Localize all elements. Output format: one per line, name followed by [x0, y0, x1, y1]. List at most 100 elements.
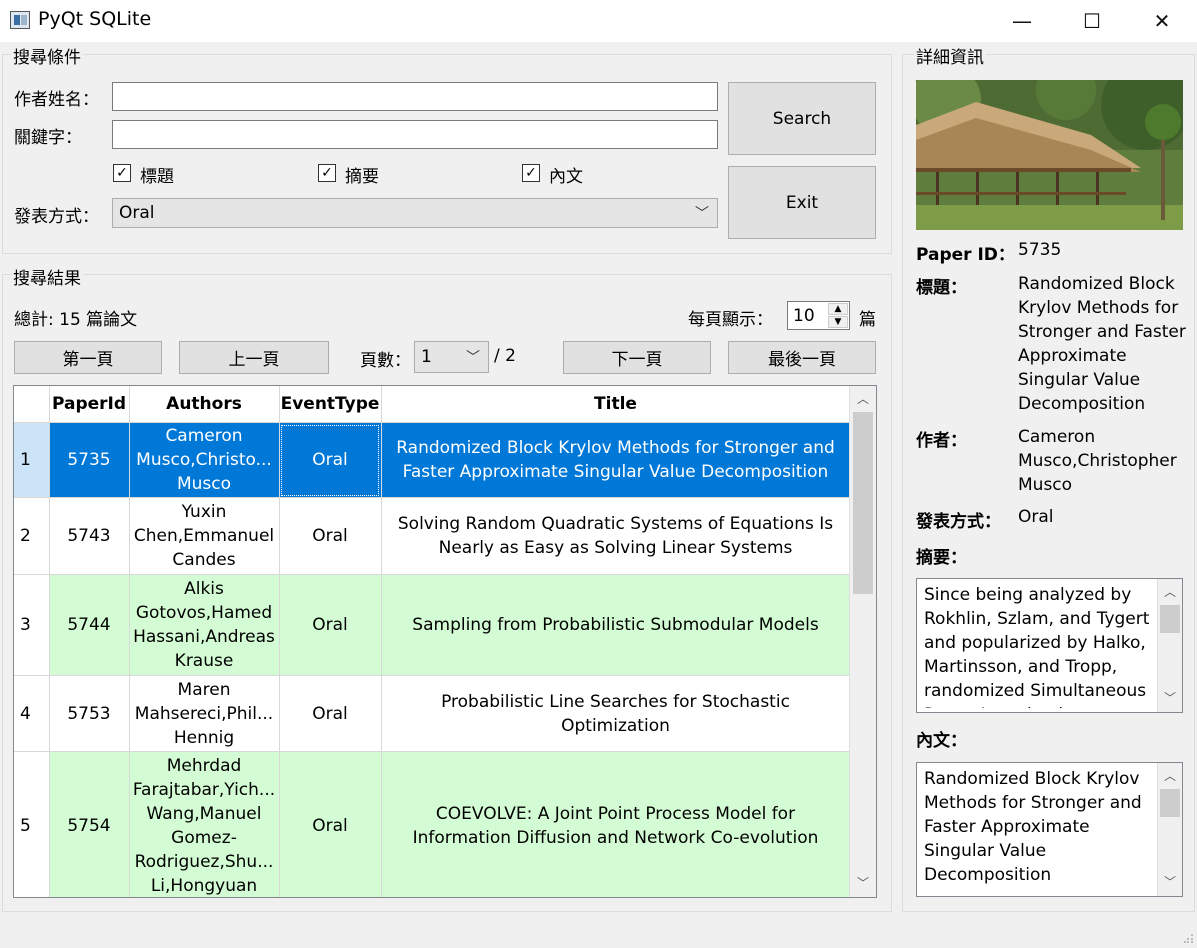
column-header[interactable]: EventType — [279, 386, 382, 423]
page-value: 1 — [421, 347, 432, 367]
last-page-button[interactable]: 最後一頁 — [728, 341, 876, 374]
column-header[interactable]: PaperId — [49, 386, 130, 423]
keyword-input[interactable] — [112, 120, 718, 149]
scroll-thumb[interactable] — [1160, 789, 1180, 817]
scroll-up-icon[interactable]: ︿ — [1158, 767, 1182, 784]
keyword-label: 關鍵字： — [14, 128, 82, 148]
row-number[interactable]: 3 — [14, 574, 50, 676]
scroll-up-icon[interactable]: ︿ — [850, 390, 876, 407]
abstract-checkbox[interactable]: ✓ — [318, 164, 336, 182]
window-title: PyQt SQLite — [38, 8, 152, 30]
abstract-text: Since being analyzed by Rokhlin, Szlam, … — [924, 585, 1150, 708]
paper-id-cell[interactable]: 5754 — [49, 751, 130, 897]
author-label: 作者姓名： — [14, 90, 99, 110]
maximize-button[interactable]: ☐ — [1057, 0, 1127, 42]
event-type-cell[interactable]: Oral — [279, 751, 382, 897]
authors-cell[interactable]: Cameron Musco,Christo... Musco — [129, 422, 280, 498]
content-scrollbar[interactable]: ︿ ﹀ — [1157, 763, 1182, 896]
event-type-label: 發表方式： — [14, 207, 99, 227]
paper-id-cell[interactable]: 5744 — [49, 574, 130, 676]
prev-page-button[interactable]: 上一頁 — [179, 341, 329, 374]
title-bar: PyQt SQLite — ☐ ✕ — [0, 0, 1197, 42]
per-page-label: 每頁顯示： — [688, 310, 773, 330]
search-button[interactable]: Search — [728, 82, 876, 155]
event-type-cell[interactable]: Oral — [279, 675, 382, 752]
per-page-spinbox[interactable]: 10 ▲ ▼ — [787, 301, 850, 330]
table-row[interactable]: 5 5754 Mehrdad Farajtabar,Yich... Wang,Man… — [14, 751, 851, 897]
title-cell[interactable]: Solving Random Quadratic Systems of Equa… — [381, 497, 851, 575]
title-checkbox[interactable]: ✓ — [113, 164, 131, 182]
event-type-value: Oral — [119, 203, 155, 223]
total-count: 總計: 15 篇論文 — [14, 310, 138, 330]
row-number[interactable]: 4 — [14, 675, 50, 752]
authors-cell[interactable]: Mehrdad Farajtabar,Yich... Wang,Manuel G… — [129, 751, 280, 897]
title-cell[interactable]: Probabilistic Line Searches for Stochast… — [381, 675, 851, 752]
check-icon: ✓ — [525, 165, 537, 181]
detail-content-label: 內文： — [916, 731, 967, 751]
event-type-cell[interactable]: Oral — [279, 422, 382, 498]
paper-id-cell[interactable]: 5753 — [49, 675, 130, 752]
check-icon: ✓ — [116, 165, 128, 181]
paper-id-cell[interactable]: 5743 — [49, 497, 130, 575]
detail-author-value: Cameron Musco,Christopher Musco — [1018, 427, 1177, 495]
authors-cell[interactable]: Alkis Gotovos,Hamed Hassani,Andreas Krau… — [129, 574, 280, 676]
scroll-down-icon[interactable]: ﹀ — [850, 874, 876, 891]
scroll-down-icon[interactable]: ﹀ — [1158, 873, 1182, 890]
corner-header[interactable] — [14, 386, 50, 423]
scroll-thumb[interactable] — [1160, 605, 1180, 633]
author-input[interactable] — [112, 82, 718, 111]
close-button[interactable]: ✕ — [1127, 0, 1197, 42]
row-number[interactable]: 2 — [14, 497, 50, 575]
table-row[interactable]: 3 5744 Alkis Gotovos,Hamed Hassani,Andreas… — [14, 574, 851, 676]
title-cell[interactable]: COEVOLVE: A Joint Point Process Model fo… — [381, 751, 851, 897]
row-number[interactable]: 1 — [14, 422, 50, 498]
app-icon — [10, 11, 30, 29]
first-page-button[interactable]: 第一頁 — [14, 341, 162, 374]
content-checkbox-label: 內文 — [549, 167, 583, 187]
authors-cell[interactable]: Maren Mahsereci,Phil... Hennig — [129, 675, 280, 752]
detail-event-label: 發表方式： — [916, 512, 1001, 532]
event-type-cell[interactable]: Oral — [279, 497, 382, 575]
abstract-textbox[interactable]: Since being analyzed by Rokhlin, Szlam, … — [916, 578, 1183, 713]
results-grid: PaperId Authors EventType Title 1 5735 Cam… — [14, 386, 851, 897]
event-type-select[interactable]: Oral ﹀ — [112, 198, 718, 228]
detail-title-value: Randomized Block Krylov Methods for Stro… — [1018, 274, 1186, 414]
next-page-button[interactable]: 下一頁 — [563, 341, 711, 374]
resize-grip-icon[interactable] — [1184, 928, 1194, 943]
chevron-down-icon: ﹀ — [466, 350, 480, 366]
detail-title: 詳細資訊 — [914, 43, 986, 68]
scroll-up-icon[interactable]: ︿ — [1158, 583, 1182, 600]
page-label: 頁數： — [360, 351, 411, 371]
abstract-scrollbar[interactable]: ︿ ﹀ — [1157, 579, 1182, 712]
results-table[interactable]: PaperId Authors EventType Title 1 5735 Cam… — [13, 385, 877, 898]
detail-title-label: 標題： — [916, 278, 967, 298]
table-row[interactable]: 2 5743 Yuxin Chen,Emmanuel Candes Oral Solvi… — [14, 497, 851, 575]
scroll-thumb[interactable] — [853, 412, 873, 594]
table-row[interactable]: 4 5753 Maren Mahsereci,Phil... Hennig Oral P… — [14, 675, 851, 752]
title-cell[interactable]: Sampling from Probabilistic Submodular M… — [381, 574, 851, 676]
content-textbox[interactable]: Randomized Block Krylov Methods for Stro… — [916, 762, 1183, 897]
column-header[interactable]: Authors — [129, 386, 280, 423]
minimize-button[interactable]: — — [987, 0, 1057, 42]
row-number[interactable]: 5 — [14, 751, 50, 897]
table-body: 1 5735 Cameron Musco,Christo... Musco Oral R… — [14, 422, 851, 897]
paper-id-cell[interactable]: 5735 — [49, 422, 130, 498]
table-header-row: PaperId Authors EventType Title — [14, 386, 851, 423]
page-select[interactable]: 1 ﹀ — [414, 341, 489, 373]
column-header[interactable]: Title — [381, 386, 851, 423]
table-row[interactable]: 1 5735 Cameron Musco,Christo... Musco Oral R… — [14, 422, 851, 498]
exit-button[interactable]: Exit — [728, 166, 876, 239]
jungle-hut-image — [916, 80, 1183, 230]
per-page-value: 10 — [793, 306, 815, 326]
authors-cell[interactable]: Yuxin Chen,Emmanuel Candes — [129, 497, 280, 575]
title-checkbox-label: 標題 — [140, 167, 174, 187]
content-checkbox[interactable]: ✓ — [522, 164, 540, 182]
spin-down-icon[interactable]: ▼ — [828, 316, 848, 328]
spin-up-icon[interactable]: ▲ — [828, 303, 848, 315]
table-scrollbar[interactable]: ︿ ﹀ — [849, 386, 876, 897]
title-cell[interactable]: Randomized Block Krylov Methods for Stro… — [381, 422, 851, 498]
event-type-cell[interactable]: Oral — [279, 574, 382, 676]
chevron-down-icon: ﹀ — [695, 206, 709, 222]
results-title: 搜尋結果 — [11, 264, 83, 289]
scroll-down-icon[interactable]: ﹀ — [1158, 689, 1182, 706]
